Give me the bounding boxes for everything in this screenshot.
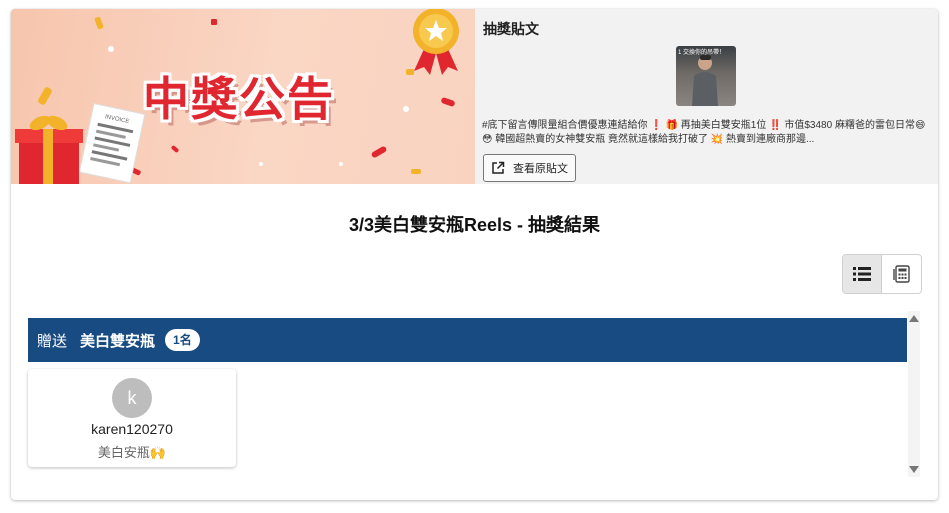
prize-give-label: 贈送 bbox=[37, 332, 68, 350]
winner-count-badge: 1名 bbox=[165, 329, 200, 351]
prize-header: 贈送 美白雙安瓶 1名 bbox=[28, 318, 907, 362]
medal-icon bbox=[413, 9, 459, 75]
person-photo bbox=[692, 55, 718, 106]
banner-title: 中獎公告 bbox=[143, 72, 335, 126]
gift-icon bbox=[15, 115, 83, 184]
scroll-down-arrow-icon[interactable] bbox=[909, 466, 919, 473]
winner-name: karen120270 bbox=[91, 421, 173, 437]
prize-name: 美白雙安瓶 bbox=[80, 332, 156, 350]
post-heading: 抽獎貼文 bbox=[483, 21, 539, 37]
winner-comment: 美白安瓶🙌 bbox=[97, 445, 167, 460]
list-view-button[interactable] bbox=[843, 255, 883, 293]
announcement-banner: INVOICE 中獎公告 bbox=[11, 9, 475, 184]
grid-view-button[interactable] bbox=[882, 255, 921, 293]
lottery-result-card: INVOICE 中獎公告 抽獎貼文 1 交換你的吊帶！ #底下留言傳限量組合價優… bbox=[11, 9, 938, 500]
post-thumbnail[interactable]: 1 交換你的吊帶！ bbox=[676, 46, 736, 106]
scrollbar[interactable] bbox=[908, 311, 920, 477]
lottery-post-panel: 抽獎貼文 1 交換你的吊帶！ #底下留言傳限量組合價優惠連結給你 ❗ 🎁 再抽美… bbox=[475, 9, 938, 184]
list-view-icon bbox=[853, 267, 871, 281]
calculator-view-icon bbox=[892, 265, 910, 283]
view-original-post-label: 查看原貼文 bbox=[513, 163, 568, 175]
winner-card: k karen120270 美白安瓶🙌 bbox=[28, 369, 236, 467]
view-toggle bbox=[842, 254, 922, 294]
scroll-up-arrow-icon[interactable] bbox=[909, 315, 919, 322]
view-original-post-button[interactable]: 查看原貼文 bbox=[483, 154, 576, 182]
post-text: #底下留言傳限量組合價優惠連結給你 ❗ 🎁 再抽美白雙安瓶1位 ‼️ 市值$34… bbox=[482, 120, 926, 145]
external-link-icon bbox=[492, 161, 505, 174]
avatar: k bbox=[112, 378, 152, 418]
result-title: 3/3美白雙安瓶Reels - 抽獎結果 bbox=[348, 215, 601, 235]
